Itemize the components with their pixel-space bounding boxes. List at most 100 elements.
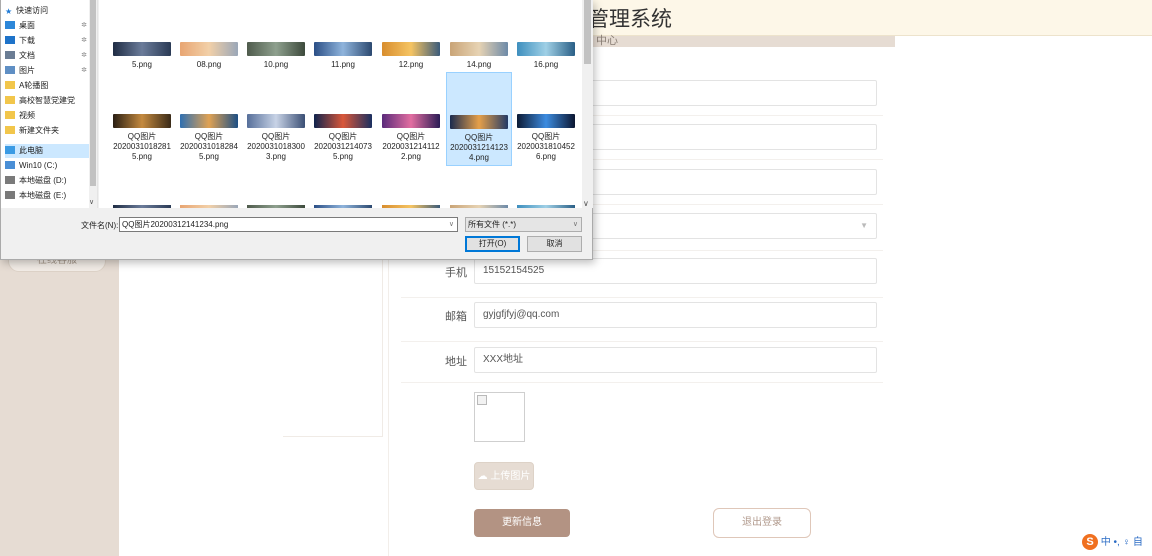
file-item[interactable]: QQ图片 2020031018300 3.png xyxy=(243,114,309,162)
nav-item-label: 图片 xyxy=(19,66,35,75)
pin-icon: ✲ xyxy=(81,37,87,44)
nav-item[interactable]: 视频 xyxy=(5,109,93,123)
image-thumbnail xyxy=(247,42,305,56)
nav-item-label: 快速访问 xyxy=(16,6,49,15)
file-name: 5.png xyxy=(131,60,153,69)
nav-item[interactable]: 高校智慧党建党 xyxy=(5,94,93,108)
file-item[interactable]: QQ图片 2020031810452 6.png xyxy=(513,114,579,162)
page-title: 管理系统 xyxy=(588,8,672,31)
pin-icon: ✲ xyxy=(81,67,87,74)
nav-item-label: 视频 xyxy=(19,111,35,120)
nav-item[interactable]: 桌面 ✲ xyxy=(5,19,93,33)
cloud-upload-icon: ☁ xyxy=(477,471,488,482)
cancel-button[interactable]: 取消 xyxy=(527,236,582,252)
file-name: 08.png xyxy=(196,60,222,69)
nav-item-label: A轮播图 xyxy=(19,81,49,90)
image-thumbnail xyxy=(382,205,440,208)
computer-icon xyxy=(5,146,15,154)
image-thumbnail xyxy=(247,205,305,208)
image-thumbnail xyxy=(517,42,575,56)
folder-icon xyxy=(5,81,15,89)
form-input[interactable]: gyjgfjfyj@qq.com xyxy=(474,302,877,328)
file-type-select[interactable]: 所有文件 (*.*) ∨ xyxy=(465,217,582,232)
ime-toolbar[interactable]: S 中 •, ♀ 自 xyxy=(1082,533,1143,553)
pin-icon: ✲ xyxy=(81,22,87,29)
form-input-value: gyjgfjfyj@qq.com xyxy=(483,309,560,320)
nav-item[interactable]: 此电脑 xyxy=(5,144,93,158)
filename-value: QQ图片20200312141234.png xyxy=(122,220,229,229)
file-item[interactable]: QQ图片 2020031214073 5.png xyxy=(310,114,376,162)
image-thumbnail xyxy=(113,205,171,208)
file-name: 14.png xyxy=(466,60,492,69)
file-name: QQ图片 2020031214112 2.png xyxy=(382,132,440,161)
file-item[interactable]: QQ图片 2020031018281 5.png xyxy=(109,114,175,162)
update-info-button[interactable]: 更新信息 xyxy=(474,509,570,537)
scroll-down-icon[interactable]: ∨ xyxy=(583,199,589,208)
form-label: 地址 xyxy=(445,356,467,368)
file-type-value: 所有文件 (*.*) xyxy=(468,220,516,229)
form-input-value: 15152154525 xyxy=(483,265,545,276)
form-input[interactable]: XXX地址 xyxy=(474,347,877,373)
form-input[interactable]: 15152154525 xyxy=(474,258,877,284)
folder-icon xyxy=(5,126,15,134)
form-row: 邮箱 gyjgfjfyj@qq.com xyxy=(401,296,883,342)
image-thumbnail xyxy=(113,42,171,56)
navigation-pane: ★ 快速访问 桌面 ✲ 下载 ✲ 文档 ✲ 图片 ✲ A轮播图 高校智慧党建党 视频 新建文件夹 此电脑 Wi… xyxy=(1,0,98,208)
file-item[interactable]: QQ图片 2020031214123 4.png xyxy=(446,72,512,166)
navigation-scrollbar[interactable]: ∨ xyxy=(89,0,97,208)
file-name: 16.png xyxy=(533,60,559,69)
image-thumbnail xyxy=(517,205,575,208)
nav-item[interactable]: 本地磁盘 (E:) xyxy=(5,189,93,203)
nav-item[interactable]: 下载 ✲ xyxy=(5,34,93,48)
file-item[interactable]: 08.png xyxy=(176,42,242,70)
file-item[interactable]: 16.png xyxy=(513,42,579,70)
nav-item-label: 下载 xyxy=(19,36,35,45)
upload-image-button[interactable]: ☁ 上传图片 xyxy=(474,462,534,490)
pictures-icon xyxy=(5,66,15,74)
upload-label: 上传图片 xyxy=(490,471,531,482)
pin-icon: ✲ xyxy=(81,52,87,59)
file-name: QQ图片 2020031810452 6.png xyxy=(517,132,575,161)
document-icon xyxy=(5,51,15,59)
nav-item-label: Win10 (C:) xyxy=(19,161,58,170)
chevron-down-icon[interactable]: ∨ xyxy=(573,218,578,231)
open-button[interactable]: 打开(O) xyxy=(465,236,520,252)
nav-item-label: 桌面 xyxy=(19,21,35,30)
file-item[interactable]: QQ图片 2020031018284 5.png xyxy=(176,114,242,162)
file-item[interactable]: 5.png xyxy=(109,42,175,70)
image-thumbnail xyxy=(314,205,372,208)
nav-item[interactable]: ★ 快速访问 xyxy=(5,4,93,18)
image-thumbnail xyxy=(314,42,372,56)
file-item[interactable]: QQ图片 2020031214112 2.png xyxy=(378,114,444,162)
form-label: 邮箱 xyxy=(445,311,467,323)
file-list-scroll-thumb[interactable] xyxy=(584,0,591,64)
filename-input[interactable]: QQ图片20200312141234.png ∨ xyxy=(119,217,458,232)
scroll-down-icon[interactable]: ∨ xyxy=(89,198,94,206)
file-list-pane: 5.png 08.png 10.png 11.png 12.png 14.png 16.pn… xyxy=(99,0,582,208)
nav-item[interactable]: Win10 (C:) xyxy=(5,159,93,173)
nav-item[interactable]: A轮播图 xyxy=(5,79,93,93)
nav-item[interactable]: 文档 ✲ xyxy=(5,49,93,63)
nav-item[interactable]: 本地磁盘 (D:) xyxy=(5,174,93,188)
file-list-scrollbar[interactable]: ∨ xyxy=(582,0,593,208)
drive-icon xyxy=(5,176,15,184)
sogou-ime-icon[interactable]: S xyxy=(1082,534,1098,551)
nav-item[interactable]: 图片 ✲ xyxy=(5,64,93,78)
file-item[interactable]: 12.png xyxy=(378,42,444,70)
file-name: QQ图片 2020031214123 4.png xyxy=(450,133,508,162)
navigation-scroll-thumb[interactable] xyxy=(90,0,96,186)
nav-item-label: 新建文件夹 xyxy=(19,126,59,135)
broken-image-icon xyxy=(477,395,487,405)
star-icon: ★ xyxy=(5,7,13,16)
file-open-dialog: ★ 快速访问 桌面 ✲ 下载 ✲ 文档 ✲ 图片 ✲ A轮播图 高校智慧党建党 视频 新建文件夹 此电脑 Wi… xyxy=(0,0,593,260)
form-input-value: XXX地址 xyxy=(483,354,524,365)
file-item[interactable]: 10.png xyxy=(243,42,309,70)
nav-item[interactable]: 新建文件夹 xyxy=(5,124,93,138)
file-item[interactable]: 11.png xyxy=(310,42,376,70)
logout-button[interactable]: 退出登录 xyxy=(713,508,811,538)
chevron-down-icon[interactable]: ∨ xyxy=(449,218,454,231)
file-item[interactable]: 14.png xyxy=(446,42,512,70)
file-name: QQ图片 2020031018281 5.png xyxy=(113,132,171,161)
file-name: 11.png xyxy=(331,60,355,69)
chevron-down-icon: ▼ xyxy=(860,221,868,230)
